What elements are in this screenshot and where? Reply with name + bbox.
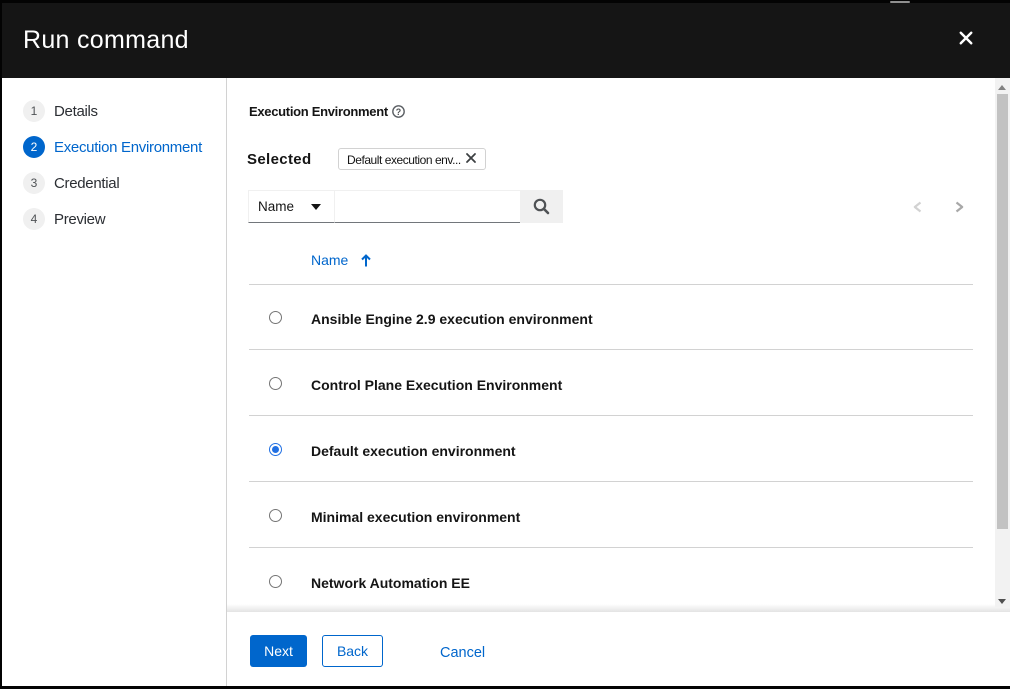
svg-text:?: ? — [396, 107, 401, 117]
